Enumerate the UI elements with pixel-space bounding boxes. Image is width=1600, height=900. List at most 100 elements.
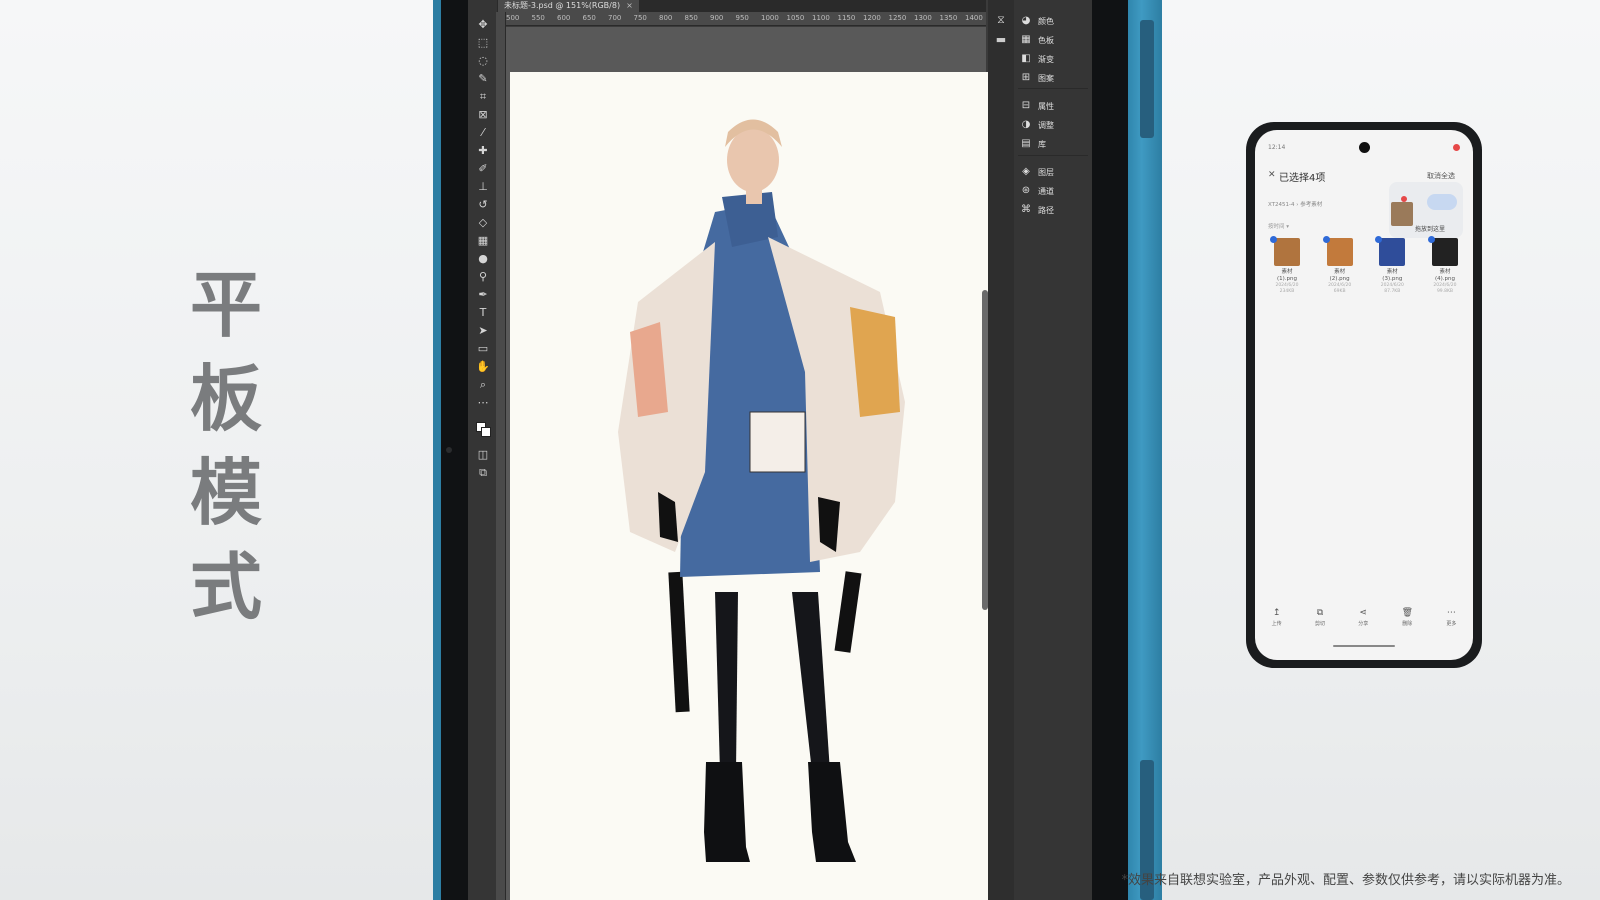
panel-label: 渐变 (1038, 54, 1054, 64)
drag-thumbnail (1391, 202, 1413, 226)
comments-icon[interactable]: ▬ (995, 34, 1007, 46)
lasso-tool-icon[interactable]: ◌ (475, 54, 491, 68)
ruler-tick: 950 (735, 14, 749, 22)
screen-mode-icon[interactable]: ⧉ (475, 466, 491, 480)
close-icon[interactable]: ✕ (1268, 170, 1276, 180)
checkbox-checked-icon[interactable] (1375, 236, 1383, 243)
vertical-title: 平 板 模 式 (186, 268, 266, 624)
disclaimer: *效果来自联想实验室，产品外观、配置、参数仅供参考，请以实际机器为准。 (1121, 873, 1570, 888)
photoshop-window: ✥ ⬚ ◌ ✎ ⌗ ⊠ ⁄ ✚ ✐ ⊥ ↺ ◇ ▦ ● ⚲ ✒ T ➤ ▭ ✋ … (468, 0, 1092, 900)
share-icon: ⋖ (1359, 608, 1368, 618)
drop-zone[interactable]: 拖放到这里 (1389, 182, 1463, 238)
cut-button[interactable]: ⧉ 剪切 (1315, 608, 1325, 634)
frame-tool-icon[interactable]: ⊠ (475, 108, 491, 122)
history-panel-icon[interactable]: ⧖ (995, 14, 1007, 26)
file-item[interactable]: 素材 (4).png 2024/6/20 99.8KB (1422, 236, 1468, 295)
file-thumbnail (1427, 236, 1458, 266)
ruler-tick: 550 (531, 14, 545, 22)
action-label: 删除 (1402, 621, 1413, 627)
eyedropper-tool-icon[interactable]: ⁄ (475, 126, 491, 140)
file-item[interactable]: 素材 (3).png 2024/6/20 87.7KB (1369, 236, 1415, 295)
type-tool-icon[interactable]: T (475, 306, 491, 320)
panel-label: 调整 (1038, 120, 1054, 130)
zoom-tool-icon[interactable]: ⌕ (475, 378, 491, 392)
breadcrumb[interactable]: XT2451-4 › 参考素材 (1268, 200, 1322, 208)
delete-button[interactable]: 🗑 删除 (1402, 608, 1413, 634)
more-icon: ⋯ (1446, 608, 1456, 618)
dodge-tool-icon[interactable]: ⚲ (475, 270, 491, 284)
rectangle-tool-icon[interactable]: ▭ (475, 342, 491, 356)
ruler-tick: 700 (608, 14, 622, 22)
panel-paths[interactable]: ⌘ 路径 (1020, 201, 1054, 219)
ruler-tick: 900 (710, 14, 724, 22)
panel-color-wheel[interactable]: ◕ 颜色 (1020, 12, 1054, 30)
pen-tool-icon[interactable]: ✒ (475, 288, 491, 302)
document-tab[interactable]: 未标题-3.psd @ 151%(RGB/8) × (498, 0, 639, 12)
eraser-tool-icon[interactable]: ◇ (475, 216, 491, 230)
file-size: 87.7KB (1384, 289, 1401, 294)
action-label: 更多 (1446, 621, 1457, 627)
more-tools-icon[interactable]: ⋯ (475, 396, 491, 410)
panel-layers[interactable]: ◈ 图层 (1020, 163, 1054, 181)
title-char: 模 (189, 451, 262, 535)
panels-column: ◕ 颜色 ▦ 色板 ◧ 渐变 ⊞ 图案 ⊟ 属性 ◑ 调整 ▤ 库 ◈ 图层 ⊛ 通道 ⌘ 路径 (1014, 0, 1092, 900)
phone-device: 12:14 ✕ 已选择4项 取消全选 XT2451-4 › 参考素材 按时间 ▾… (1246, 122, 1482, 668)
panel-swatches[interactable]: ▦ 色板 (1020, 31, 1054, 49)
file-name: 素材 (3).png (1382, 269, 1403, 282)
path-select-tool-icon[interactable]: ➤ (475, 324, 491, 338)
upload-icon: ↥ (1272, 608, 1281, 618)
panel-adjustments[interactable]: ◑ 调整 (1020, 116, 1054, 134)
tablet-camera (446, 447, 452, 453)
ruler-tick: 1300 (914, 14, 932, 22)
color-swatch-icon[interactable] (475, 420, 491, 440)
checkbox-checked-icon[interactable] (1322, 236, 1330, 243)
more-button[interactable]: ⋯ 更多 (1446, 608, 1456, 634)
file-thumbnail (1270, 236, 1300, 266)
canvas-area[interactable] (506, 27, 990, 900)
gradient-tool-icon[interactable]: ▦ (475, 234, 491, 248)
cut-icon: ⧉ (1316, 608, 1324, 618)
ruler-tick: 650 (582, 14, 596, 22)
history-brush-tool-icon[interactable]: ↺ (475, 198, 491, 212)
panel-channels[interactable]: ⊛ 通道 (1020, 182, 1054, 200)
hand-tool-icon[interactable]: ✋ (475, 360, 491, 374)
file-item[interactable]: 素材 (2).png 2024/6/20 69KB (1317, 236, 1363, 295)
file-thumbnail (1375, 236, 1406, 266)
file-name: 素材 (2).png (1329, 269, 1350, 282)
document-canvas[interactable] (510, 72, 990, 900)
file-name: 素材 (1).png (1276, 269, 1297, 282)
close-icon[interactable]: × (626, 1, 633, 10)
cancel-select-all-button[interactable]: 取消全选 (1427, 171, 1455, 181)
healing-tool-icon[interactable]: ✚ (475, 144, 491, 158)
blur-tool-icon[interactable]: ● (475, 252, 491, 266)
gradient-icon: ◧ (1021, 53, 1031, 64)
checkbox-checked-icon[interactable] (1427, 236, 1435, 243)
move-tool-icon[interactable]: ✥ (475, 18, 491, 32)
panel-properties[interactable]: ⊟ 属性 (1020, 97, 1054, 115)
title-char: 平 (189, 263, 262, 347)
panel-pattern[interactable]: ⊞ 图案 (1020, 69, 1054, 87)
stamp-tool-icon[interactable]: ⊥ (475, 180, 491, 194)
panel-gradient[interactable]: ◧ 渐变 (1020, 50, 1054, 68)
marquee-tool-icon[interactable]: ⬚ (475, 36, 491, 50)
phone-screen: 12:14 ✕ 已选择4项 取消全选 XT2451-4 › 参考素材 按时间 ▾… (1255, 130, 1473, 660)
quick-select-tool-icon[interactable]: ✎ (475, 72, 491, 86)
panel-library[interactable]: ▤ 库 (1020, 135, 1046, 153)
file-item[interactable]: 素材 (1).png 2024/6/20 234KB (1264, 236, 1310, 295)
panel-label: 图案 (1038, 73, 1054, 83)
share-button[interactable]: ⋖ 分享 (1358, 608, 1368, 634)
brush-tool-icon[interactable]: ✐ (475, 162, 491, 176)
sort-dropdown[interactable]: 按时间 ▾ (1268, 222, 1289, 230)
upload-button[interactable]: ↥ 上传 (1272, 608, 1282, 634)
channels-icon: ⊛ (1021, 185, 1031, 196)
quick-mask-icon[interactable]: ◫ (475, 448, 491, 462)
panel-label: 库 (1038, 139, 1046, 149)
paths-icon: ⌘ (1021, 204, 1031, 215)
bottom-action-bar: ↥ 上传 ⧉ 剪切 ⋖ 分享 🗑 删除 ⋯ 更多 (1255, 608, 1473, 634)
selection-title: 已选择4项 (1279, 173, 1326, 184)
checkbox-checked-icon[interactable] (1270, 236, 1277, 243)
ruler-tick: 750 (633, 14, 647, 22)
cloud-icon (1427, 194, 1457, 210)
home-indicator[interactable] (1333, 645, 1395, 647)
crop-tool-icon[interactable]: ⌗ (475, 90, 491, 104)
